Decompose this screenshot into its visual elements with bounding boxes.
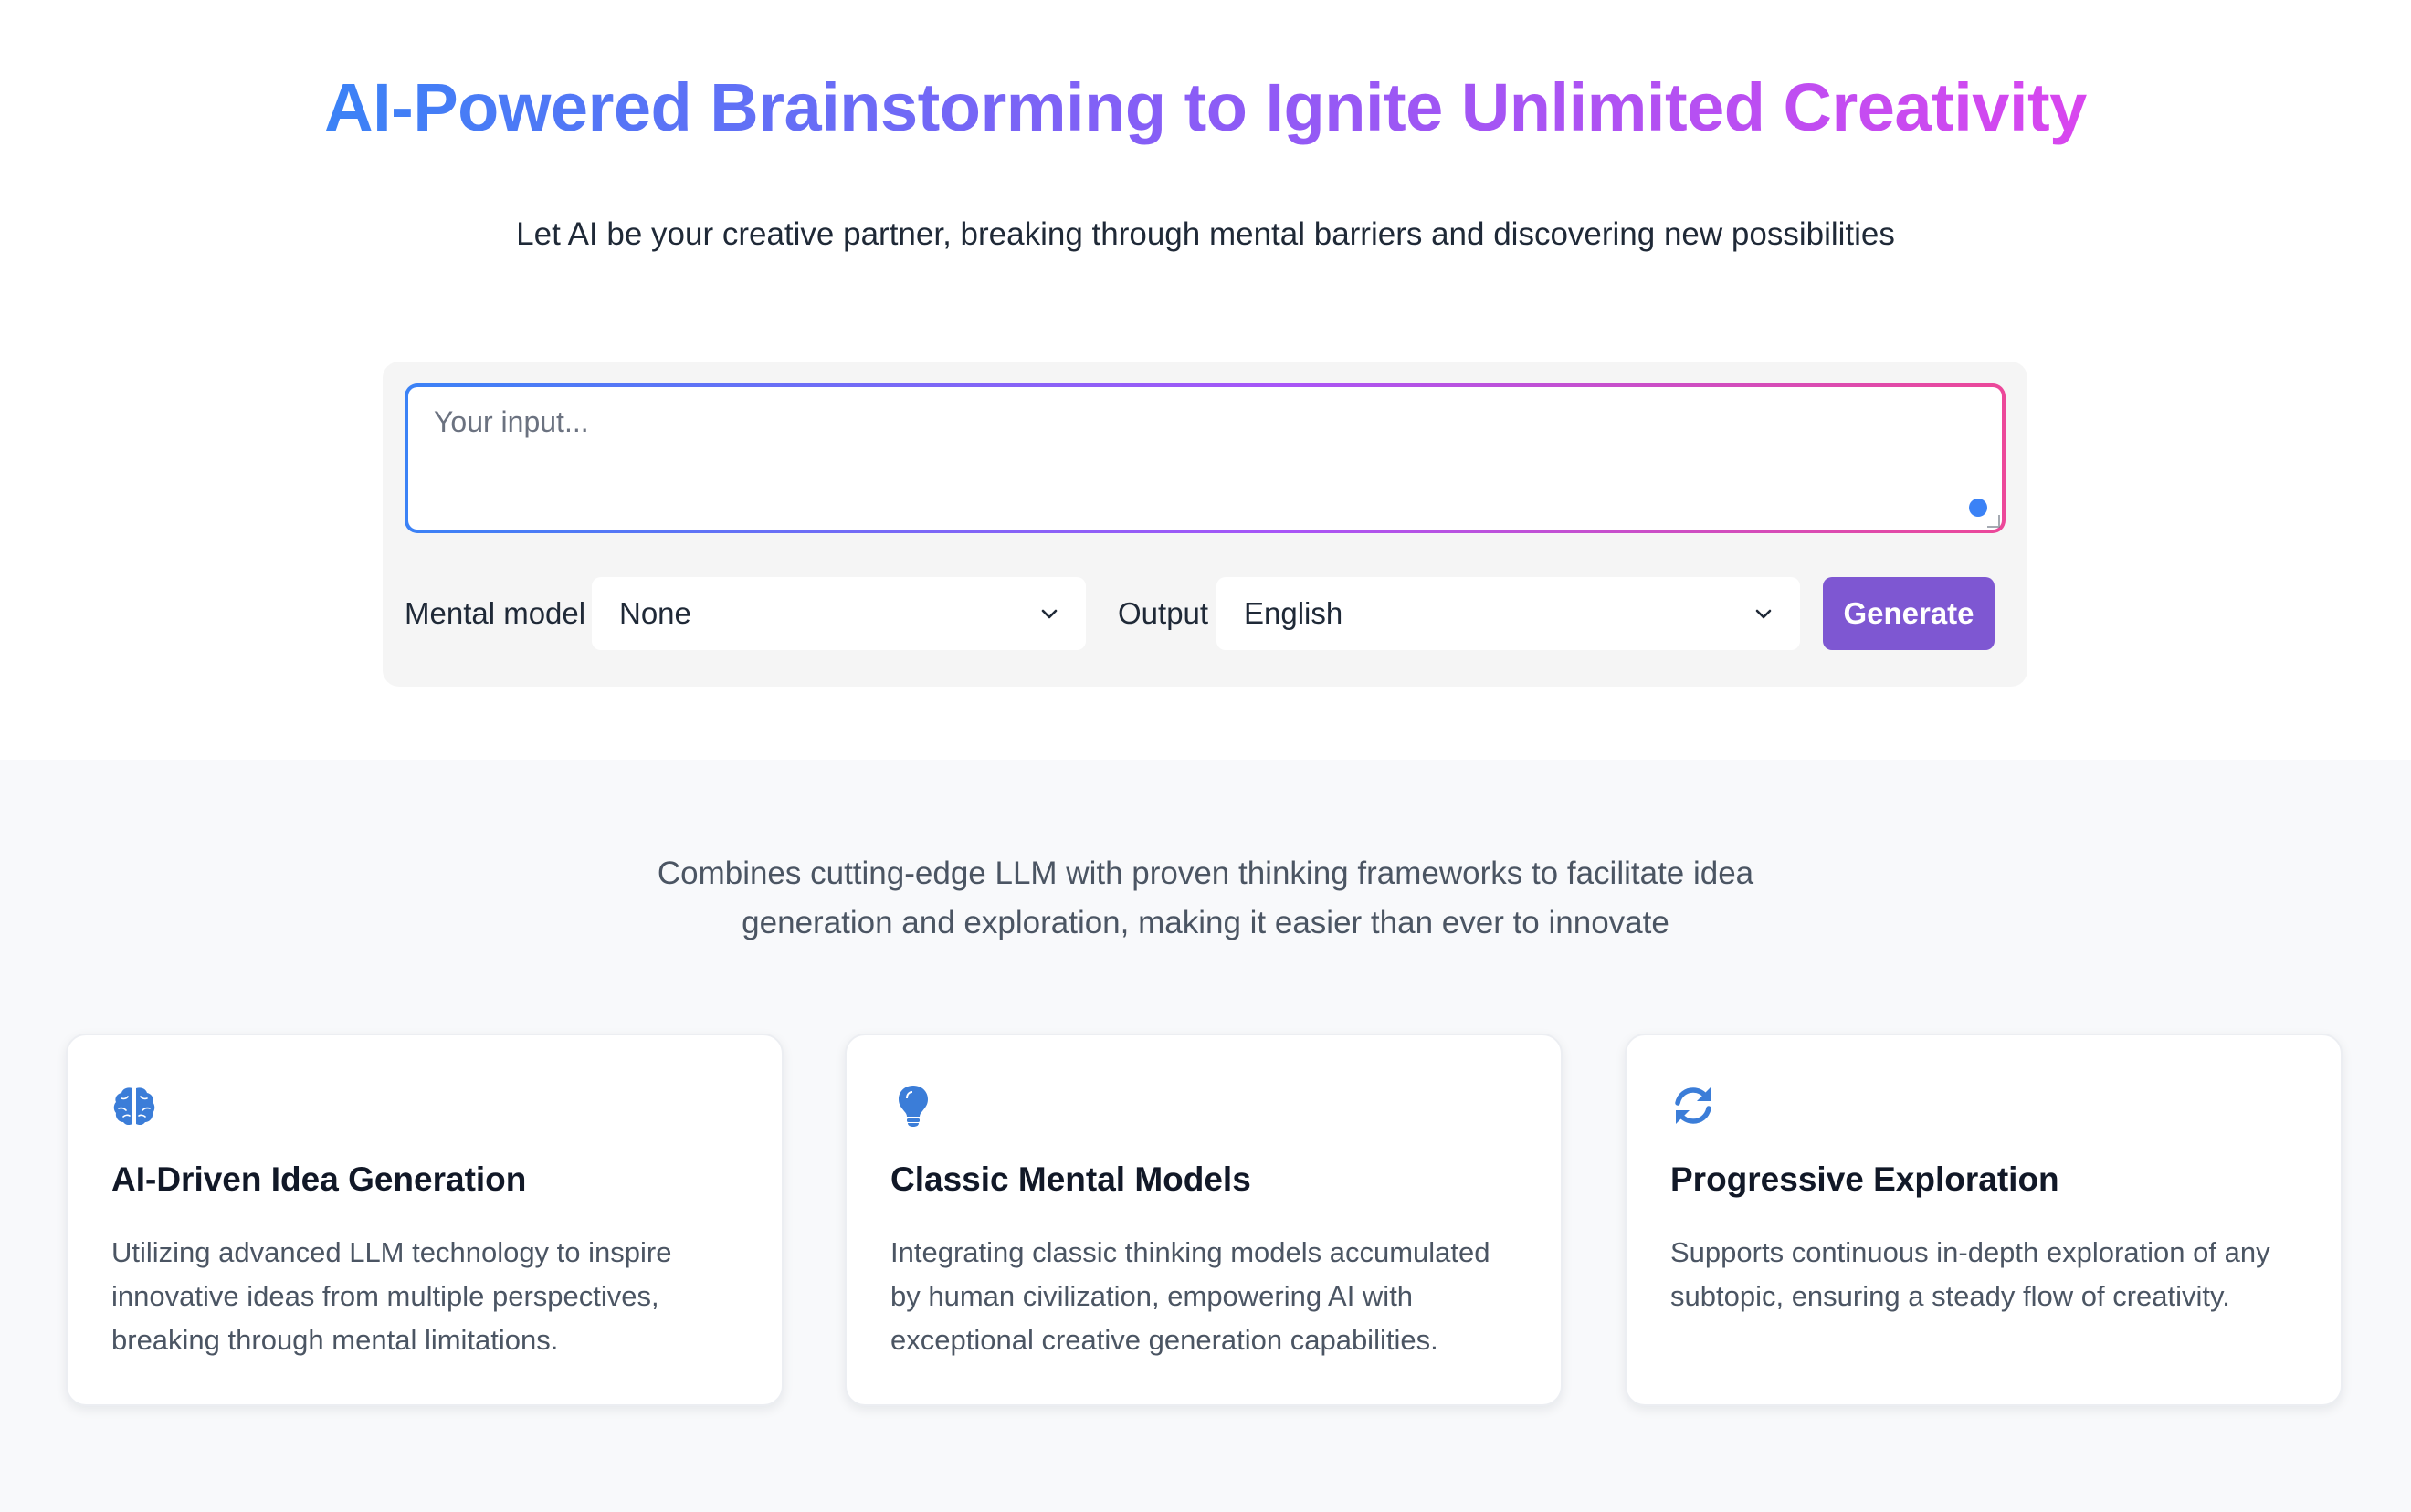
controls-row: Mental model None Output English Generat… bbox=[405, 577, 2006, 650]
page-title: AI-Powered Brainstorming to Ignite Unlim… bbox=[0, 64, 2411, 152]
feature-card-text: Utilizing advanced LLM technology to ins… bbox=[111, 1236, 672, 1356]
mental-model-label: Mental model bbox=[405, 596, 586, 630]
generate-button[interactable]: Generate bbox=[1823, 577, 1995, 650]
mental-model-select[interactable]: None bbox=[592, 577, 1086, 650]
refresh-icon bbox=[1675, 1087, 1711, 1124]
input-container bbox=[408, 387, 2002, 530]
output-label: Output bbox=[1118, 596, 1209, 630]
brain-icon bbox=[113, 1087, 155, 1126]
resize-handle[interactable] bbox=[1987, 515, 2000, 528]
chevron-down-icon bbox=[1041, 609, 1058, 619]
feature-card: AI-Driven Idea Generation Utilizing adva… bbox=[66, 1034, 784, 1406]
page-subtitle: Let AI be your creative partner, breakin… bbox=[516, 216, 1895, 252]
page-title-text: AI-Powered Brainstorming to Ignite Unlim… bbox=[324, 69, 2087, 145]
idea-input[interactable] bbox=[434, 402, 1976, 515]
feature-card-text: Supports continuous in-depth exploration… bbox=[1670, 1236, 2270, 1312]
features-description: Combines cutting-edge LLM with proven th… bbox=[657, 856, 1754, 940]
output-language-select[interactable]: English bbox=[1216, 577, 1800, 650]
feature-card-title: AI-Driven Idea Generation bbox=[111, 1160, 527, 1198]
output-language-value: English bbox=[1244, 596, 1343, 630]
features-section: Combines cutting-edge LLM with proven th… bbox=[0, 760, 2411, 1512]
mental-model-value: None bbox=[619, 596, 691, 630]
feature-card-title: Classic Mental Models bbox=[890, 1160, 1251, 1198]
feature-card-text: Integrating classic thinking models accu… bbox=[890, 1236, 1490, 1356]
feature-card-title: Progressive Exploration bbox=[1670, 1160, 2059, 1198]
feature-card: Progressive Exploration Supports continu… bbox=[1625, 1034, 2343, 1406]
brainstorm-panel: Mental model None Output English Generat… bbox=[383, 362, 2027, 687]
input-frame bbox=[405, 383, 2006, 533]
feature-card: Classic Mental Models Integrating classi… bbox=[845, 1034, 1563, 1406]
chevron-down-icon bbox=[1755, 609, 1772, 619]
status-dot-icon bbox=[1969, 499, 1987, 517]
hero-section: AI-Powered Brainstorming to Ignite Unlim… bbox=[0, 0, 2411, 760]
lightbulb-icon bbox=[899, 1086, 928, 1127]
